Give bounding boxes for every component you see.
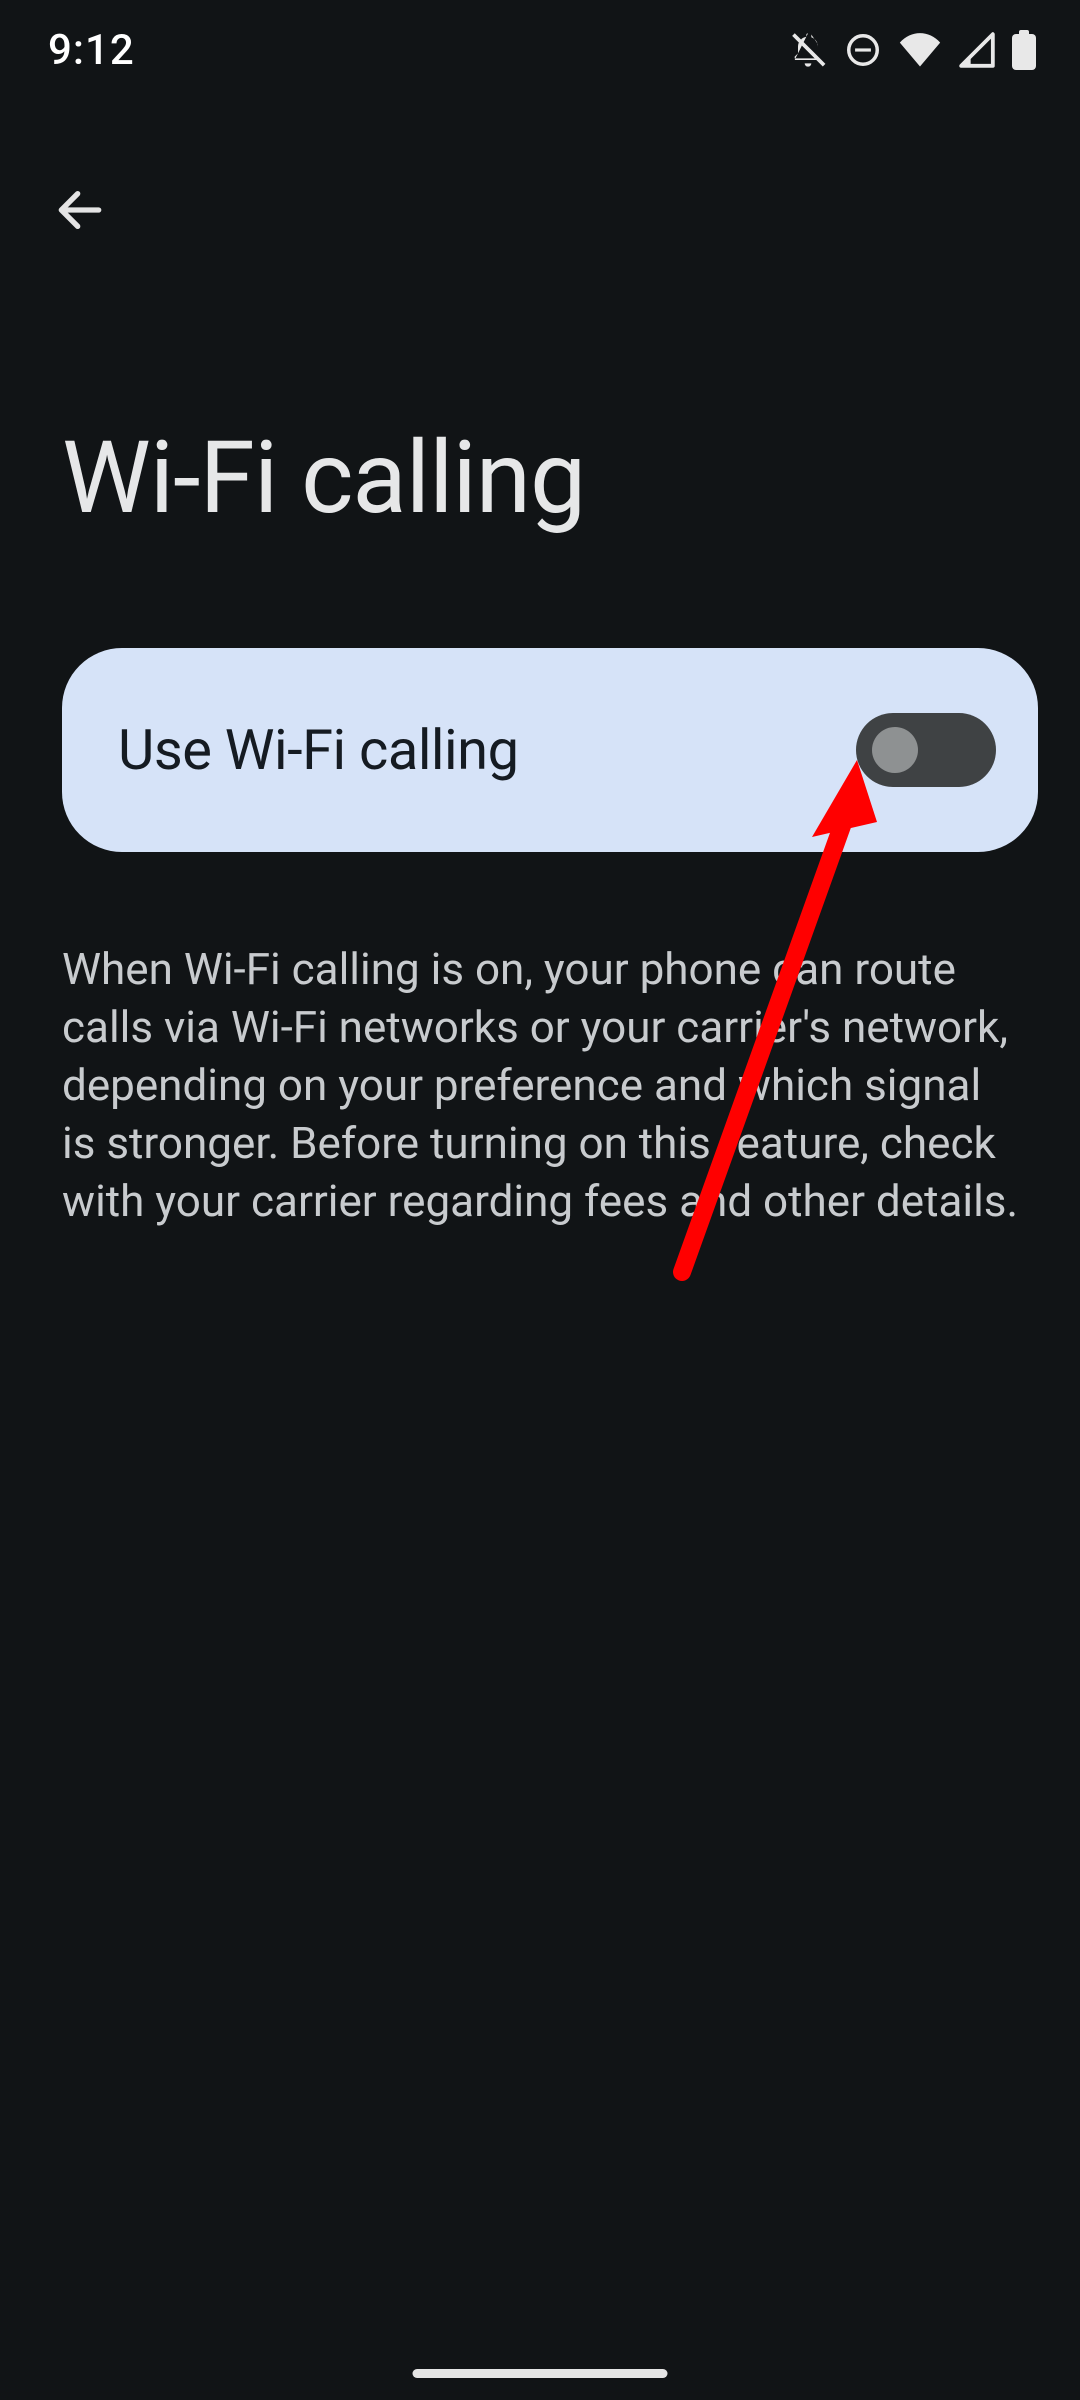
status-time: 9:12 — [48, 26, 135, 75]
wifi-calling-toggle-card[interactable]: Use Wi-Fi calling — [62, 648, 1038, 852]
wifi-calling-switch[interactable] — [856, 713, 996, 787]
status-icons — [788, 30, 1036, 70]
notifications-off-icon — [788, 30, 828, 70]
switch-thumb — [872, 727, 918, 773]
battery-icon — [1012, 30, 1036, 70]
page-title: Wi-Fi calling — [62, 420, 585, 537]
back-button[interactable] — [40, 170, 120, 250]
status-bar: 9:12 — [0, 0, 1080, 100]
wifi-calling-toggle-label: Use Wi-Fi calling — [118, 717, 519, 783]
gesture-nav-bar[interactable] — [413, 2369, 668, 2378]
cellular-signal-icon — [958, 31, 996, 69]
do-not-disturb-icon — [844, 31, 882, 69]
arrow-back-icon — [52, 182, 108, 238]
wifi-calling-description: When Wi-Fi calling is on, your phone can… — [62, 940, 1020, 1230]
wifi-icon — [898, 31, 942, 69]
